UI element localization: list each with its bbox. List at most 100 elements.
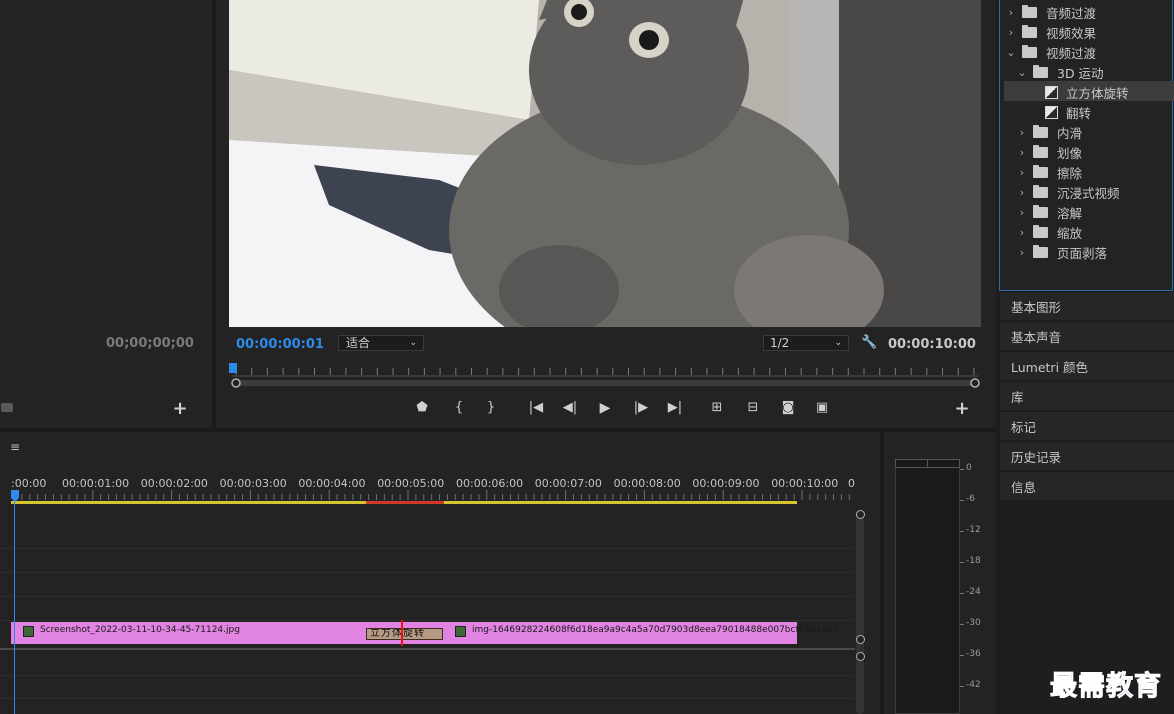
chevron-right-icon[interactable]: › <box>1015 146 1029 159</box>
chevron-right-icon[interactable]: › <box>1015 186 1029 199</box>
chevron-right-icon[interactable]: › <box>1015 206 1029 219</box>
effects-tree-item[interactable]: › 溶解 <box>1015 202 1082 222</box>
step-forward-icon[interactable]: |▶ <box>631 398 651 418</box>
effects-tree-item[interactable]: ⌄ 3D 运动 <box>1015 62 1104 82</box>
audio-meter-split <box>927 459 928 468</box>
effects-tree-label: 视频过渡 <box>1046 45 1097 61</box>
play-icon[interactable]: ▶ <box>595 398 615 418</box>
go-to-in-icon[interactable]: |◀ <box>526 398 546 418</box>
fit-select[interactable]: 适合 ⌄ <box>338 335 424 351</box>
timeline-scrollbar[interactable] <box>856 512 864 714</box>
side-panel-label: Lumetri 颜色 <box>1011 359 1089 375</box>
scroll-handle-mid[interactable] <box>856 635 865 644</box>
compare-icon[interactable]: ▣ <box>812 398 832 418</box>
program-current-time[interactable]: 00:00:00:01 <box>236 337 324 352</box>
meter-scale-tick <box>960 469 964 470</box>
resolution-select[interactable]: 1/2 ⌄ <box>763 335 849 351</box>
chevron-down-icon[interactable]: ⌄ <box>1004 46 1018 59</box>
effects-tree-label: 翻转 <box>1066 105 1092 121</box>
chevron-right-icon[interactable]: › <box>1015 166 1029 179</box>
go-to-out-icon[interactable]: ▶| <box>665 398 685 418</box>
chevron-right-icon[interactable]: › <box>1015 126 1029 139</box>
transition-effect-icon <box>1045 105 1058 119</box>
fit-select-value: 适合 <box>346 336 371 350</box>
transition-cut-line <box>401 620 403 646</box>
wrench-icon[interactable]: 🔧 <box>861 336 877 350</box>
folder-icon <box>1033 184 1048 198</box>
step-back-icon[interactable]: ◀| <box>560 398 580 418</box>
ruler-label: 0 <box>848 477 855 490</box>
effects-tree-item[interactable]: › 划像 <box>1015 142 1082 162</box>
scroll-handle-bottom[interactable] <box>856 652 865 661</box>
effects-tree-label: 立方体旋转 <box>1066 85 1129 101</box>
marker-icon[interactable]: ⬟ <box>412 398 432 418</box>
add-button[interactable]: + <box>172 400 188 418</box>
side-panel-tab[interactable]: 信息 <box>1000 471 1174 500</box>
lift-icon[interactable]: ⊞ <box>707 398 727 418</box>
effects-tree-label: 沉浸式视频 <box>1057 185 1120 201</box>
menu-icon[interactable]: ≡ <box>10 440 20 454</box>
ruler-label: 00:00:08:00 <box>613 477 681 490</box>
effects-tree-item[interactable]: › 缩放 <box>1015 222 1082 242</box>
clip-2-name: img-1646928224608f6d18ea9a9c4a5a70d7903d… <box>472 625 839 635</box>
effects-tree-label: 音频过渡 <box>1046 5 1097 21</box>
transition-effect-icon <box>1045 85 1058 99</box>
effects-tree-label: 3D 运动 <box>1057 65 1104 81</box>
chevron-down-icon: ⌄ <box>409 338 417 348</box>
meter-scale-label: -42 <box>966 680 981 690</box>
source-monitor-panel <box>0 0 212 428</box>
side-panel-label: 标记 <box>1011 419 1037 435</box>
camera-icon[interactable] <box>1 403 13 412</box>
effects-tree-item[interactable]: › 擦除 <box>1015 162 1082 182</box>
chevron-right-icon[interactable]: › <box>1004 6 1018 19</box>
video-frame <box>229 0 981 327</box>
chevron-right-icon[interactable]: › <box>1015 246 1029 259</box>
effects-tree-label: 溶解 <box>1057 205 1083 221</box>
side-panel-tab[interactable]: Lumetri 颜色 <box>1000 351 1174 380</box>
effects-tree-item[interactable]: › 音频过渡 <box>1004 2 1096 22</box>
effects-tree-item[interactable]: › 内滑 <box>1015 122 1082 142</box>
effects-tree-label: 缩放 <box>1057 225 1083 241</box>
side-panel-tab[interactable]: 库 <box>1000 381 1174 410</box>
ruler-label: 00:00:09:00 <box>692 477 760 490</box>
meter-scale-tick <box>960 500 964 501</box>
folder-icon <box>1033 164 1048 178</box>
side-panel-tab[interactable]: 标记 <box>1000 411 1174 440</box>
meter-scale-label: -36 <box>966 649 981 659</box>
track-divider <box>0 572 855 573</box>
folder-icon <box>1033 244 1048 258</box>
chevron-right-icon[interactable]: › <box>1015 226 1029 239</box>
transition-block[interactable]: 立方体旋转 <box>366 628 443 640</box>
program-duration: 00:00:10:00 <box>888 337 976 352</box>
scroll-handle-top[interactable] <box>856 510 865 519</box>
mark-out-icon[interactable]: } <box>481 398 501 418</box>
chevron-down-icon[interactable]: ⌄ <box>1015 66 1029 79</box>
side-panel-tab[interactable]: 基本图形 <box>1000 291 1174 320</box>
export-frame-icon[interactable]: ◙ <box>778 398 798 418</box>
effects-tree-item[interactable]: 翻转 <box>1035 102 1091 122</box>
meter-scale-tick <box>960 593 964 594</box>
effects-tree-label: 视频效果 <box>1046 25 1097 41</box>
folder-icon <box>1033 224 1048 238</box>
mark-in-icon[interactable]: { <box>449 398 469 418</box>
effects-tree-item[interactable]: 立方体旋转 <box>1035 82 1129 102</box>
meter-scale-tick <box>960 624 964 625</box>
track-divider <box>0 698 855 699</box>
track-divider <box>0 620 855 621</box>
effects-tree-item[interactable]: › 页面剥落 <box>1015 242 1107 262</box>
program-mini-ruler[interactable] <box>228 362 980 392</box>
effects-tree-item[interactable]: ⌄ 视频过渡 <box>1004 42 1096 62</box>
effects-tree-item[interactable]: › 视频效果 <box>1004 22 1096 42</box>
extract-icon[interactable]: ⊟ <box>743 398 763 418</box>
side-panel-tab[interactable]: 基本声音 <box>1000 321 1174 350</box>
add-button[interactable]: + <box>954 400 970 418</box>
side-panel-label: 基本图形 <box>1011 299 1062 315</box>
chevron-right-icon[interactable]: › <box>1004 26 1018 39</box>
meter-scale-tick <box>960 686 964 687</box>
playhead-line[interactable] <box>14 502 15 714</box>
folder-icon <box>1033 144 1048 158</box>
side-panel-tab[interactable]: 历史记录 <box>1000 441 1174 470</box>
clip-1-name: Screenshot_2022-03-11-10-34-45-71124.jpg <box>40 625 240 635</box>
meter-scale-tick <box>960 531 964 532</box>
effects-tree-item[interactable]: › 沉浸式视频 <box>1015 182 1120 202</box>
